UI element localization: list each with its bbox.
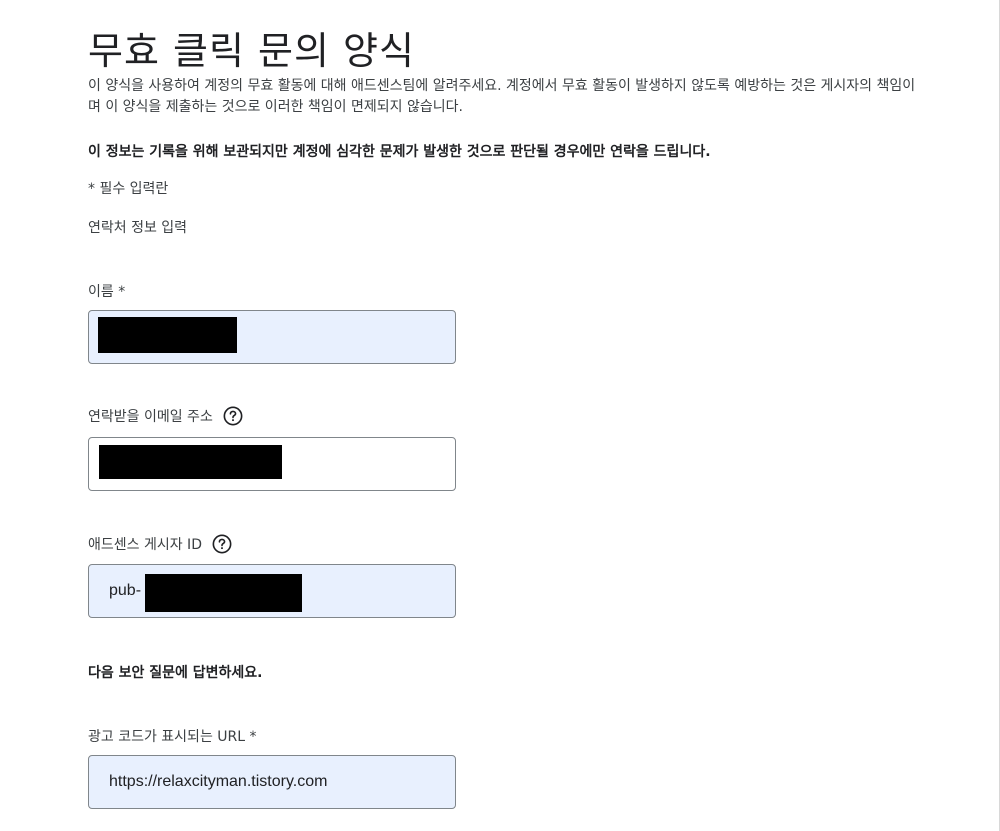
email-redaction (99, 445, 282, 479)
publisher-id-help-icon[interactable] (212, 534, 232, 554)
name-label: 이름 * (88, 281, 125, 301)
publisher-id-label-text: 애드센스 게시자 ID (88, 537, 202, 553)
email-help-icon[interactable] (223, 406, 243, 426)
name-redaction (98, 317, 237, 353)
name-label-text: 이름 * (88, 284, 126, 300)
contact-section-heading: 연락처 정보 입력 (88, 220, 188, 236)
ad-url-field-value: https://relaxcityman.tistory.com (109, 773, 328, 790)
notice-text: 이 정보는 기록을 위해 보관되지만 계정에 심각한 문제가 발생한 것으로 판… (88, 144, 711, 160)
ad-url-field[interactable]: https://relaxcityman.tistory.com (88, 755, 456, 809)
email-label-text: 연락받을 이메일 주소 (88, 409, 213, 425)
required-note: * 필수 입력란 (88, 181, 169, 197)
help-circle-icon (212, 534, 232, 554)
ad-url-label-text: 광고 코드가 표시되는 URL * (88, 729, 257, 745)
publisher-id-label: 애드센스 게시자 ID (88, 534, 232, 554)
page-title: 무효 클릭 문의 양식 (88, 29, 415, 73)
ad-url-label: 광고 코드가 표시되는 URL * (88, 726, 257, 746)
publisher-id-field-value: pub- (109, 582, 142, 599)
help-circle-icon (223, 406, 243, 426)
form-page: 무효 클릭 문의 양식 이 양식을 사용하여 계정의 무효 활동에 대해 애드센… (0, 0, 1000, 831)
email-label: 연락받을 이메일 주소 (88, 406, 243, 426)
publisher-id-redaction (145, 574, 302, 612)
intro-text: 이 양식을 사용하여 계정의 무효 활동에 대해 애드센스팀에 알려주세요. 계… (88, 78, 916, 115)
security-section-heading: 다음 보안 질문에 답변하세요. (88, 665, 263, 681)
